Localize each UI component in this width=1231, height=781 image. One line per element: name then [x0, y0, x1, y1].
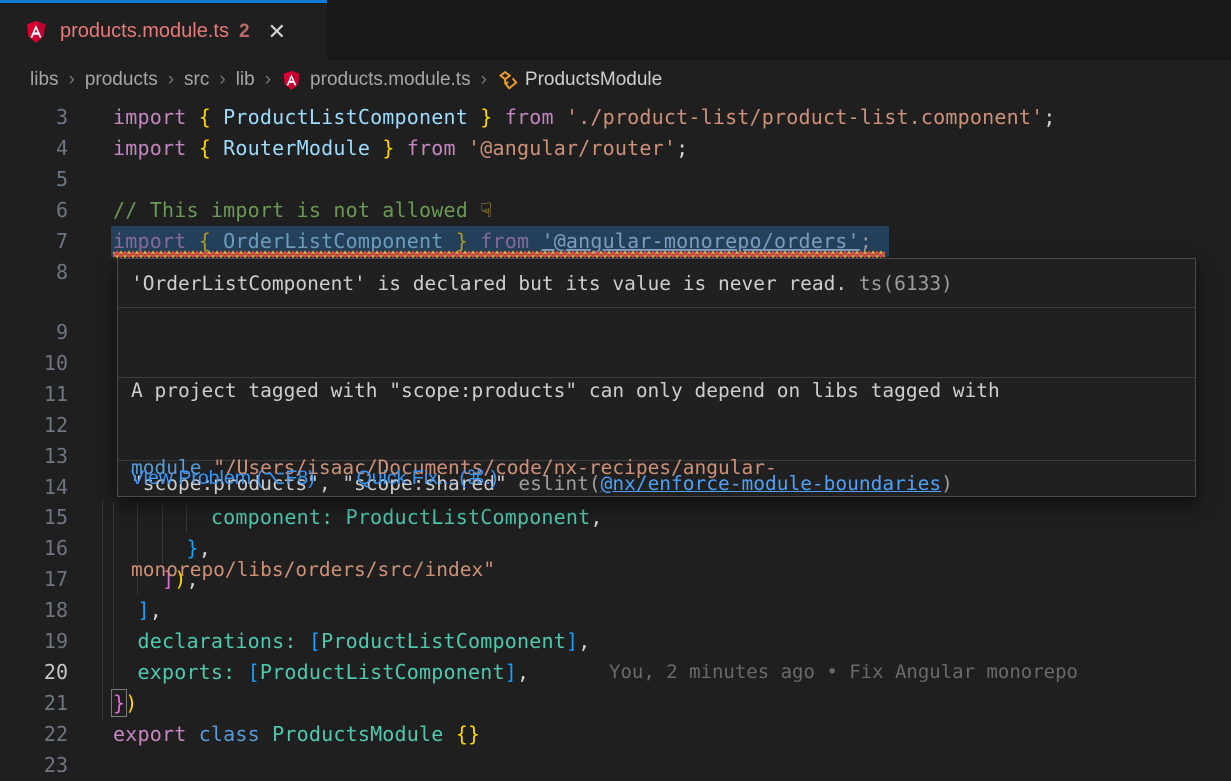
code-line[interactable]: // This import is not allowed ☟ [113, 195, 492, 226]
code-line[interactable]: import { RouterModule } from '@angular/r… [113, 133, 688, 164]
hover-ts-error-code: ts(6133) [847, 272, 953, 295]
hover-ts-error-text: 'OrderListComponent' is declared but its… [131, 272, 847, 295]
line-number: 4 [0, 133, 68, 164]
angular-icon [24, 19, 48, 45]
code-line[interactable]: export class ProductsModule {} [113, 719, 480, 750]
code-line[interactable]: }) [113, 688, 138, 719]
code-token: './product-list/product-list.component' [566, 105, 1043, 129]
code-token: class [199, 722, 272, 746]
close-icon[interactable]: ✕ [268, 21, 286, 43]
class-icon [497, 70, 518, 91]
code-token: ; [1043, 105, 1055, 129]
breadcrumb-item-src[interactable]: src [184, 69, 209, 91]
code-token: from [492, 105, 565, 129]
hover-module-line2: monorepo/libs/orders/src/index" [131, 553, 1195, 587]
line-number: 15 [0, 502, 68, 533]
hover-eslint-error: A project tagged with "scope:products" c… [118, 308, 1195, 378]
line-number: 10 [0, 348, 68, 379]
code-token: ProductListComponent [223, 105, 468, 129]
code-token: import [113, 136, 199, 160]
tab-products-module[interactable]: products.module.ts 2 ✕ [0, 0, 327, 60]
code-token: exports: [113, 660, 248, 684]
code-token: export [113, 722, 199, 746]
line-number: 5 [0, 164, 68, 195]
line-number: 19 [0, 626, 68, 657]
code-line[interactable]: exports: [ProductListComponent], [113, 657, 529, 688]
hover-ts-error: 'OrderListComponent' is declared but its… [118, 259, 1195, 308]
code-token: ] [505, 660, 517, 684]
line-number: 11 [0, 379, 68, 410]
code-token: } [468, 105, 492, 129]
line-number: 7 [0, 226, 68, 257]
git-blame-annotation: You, 2 minutes ago • Fix Angular monorep… [609, 657, 1078, 688]
line-number: 14 [0, 472, 68, 503]
chevron-right-icon: › [219, 69, 225, 91]
code-token: // This import is not allowed [113, 198, 480, 222]
breadcrumb-file-label: products.module.ts [310, 69, 471, 91]
view-problem-button[interactable]: View Problem (⌥F8) [131, 466, 315, 490]
line-number: 18 [0, 595, 68, 626]
breadcrumb-item-symbol[interactable]: ProductsModule [497, 69, 662, 91]
hover-eslint-close-paren: ) [941, 472, 953, 495]
code-token: '@angular/router' [468, 136, 676, 160]
code-token: ) [125, 691, 137, 715]
chevron-right-icon: › [69, 69, 75, 91]
chevron-right-icon: › [265, 69, 271, 91]
quick-fix-button[interactable]: Quick Fix... (⌘.) [357, 466, 498, 490]
line-number: 21 [0, 688, 68, 719]
line-number: 12 [0, 410, 68, 441]
vscode-window: { "tab": { "title": "products.module.ts"… [0, 0, 1231, 780]
chevron-right-icon: › [168, 69, 174, 91]
chevron-right-icon: › [481, 69, 487, 91]
code-token: } [370, 136, 394, 160]
breadcrumb-symbol-label: ProductsModule [525, 69, 662, 91]
code-token: RouterModule [223, 136, 370, 160]
code-token: { [199, 136, 223, 160]
line-number: 16 [0, 533, 68, 564]
code-line[interactable]: import { ProductListComponent } from './… [113, 102, 1056, 133]
code-token: } [113, 691, 125, 715]
code-token: import [113, 105, 199, 129]
code-token: from [395, 136, 468, 160]
line-number: 22 [0, 719, 68, 750]
line-number: 6 [0, 195, 68, 226]
breadcrumb-item-lib[interactable]: lib [236, 69, 255, 91]
breadcrumb-item-products[interactable]: products [85, 69, 158, 91]
code-token: ProductsModule [272, 722, 456, 746]
code-token: [ [248, 660, 260, 684]
line-number: 9 [0, 317, 68, 348]
indent-guide [102, 500, 103, 719]
breadcrumb-item-file[interactable]: products.module.ts [281, 69, 471, 92]
angular-icon [281, 69, 302, 92]
tab-bar: products.module.ts 2 ✕ [0, 0, 1231, 60]
line-number: 3 [0, 102, 68, 133]
module-path-part2: monorepo/libs/orders/src/index" [131, 558, 495, 581]
breadcrumb-item-libs[interactable]: libs [30, 69, 59, 91]
error-hover-popup: 'OrderListComponent' is declared but its… [117, 258, 1196, 497]
code-token: ; [676, 136, 688, 160]
tab-title: products.module.ts [60, 20, 229, 43]
breadcrumb: libs › products › src › lib › products.m… [0, 60, 1231, 100]
line-number: 20 [0, 657, 68, 688]
line-number: 8 [0, 257, 68, 288]
code-token: {} [456, 722, 480, 746]
code-token: , [517, 660, 529, 684]
line-number: 17 [0, 564, 68, 595]
code-token: { [199, 105, 223, 129]
indent-guide [113, 502, 114, 688]
code-token: ProductListComponent [260, 660, 505, 684]
code-token: ☟ [480, 198, 492, 222]
problem-count-badge: 2 [239, 21, 250, 43]
line-number: 23 [0, 750, 68, 781]
line-number: 13 [0, 441, 68, 472]
